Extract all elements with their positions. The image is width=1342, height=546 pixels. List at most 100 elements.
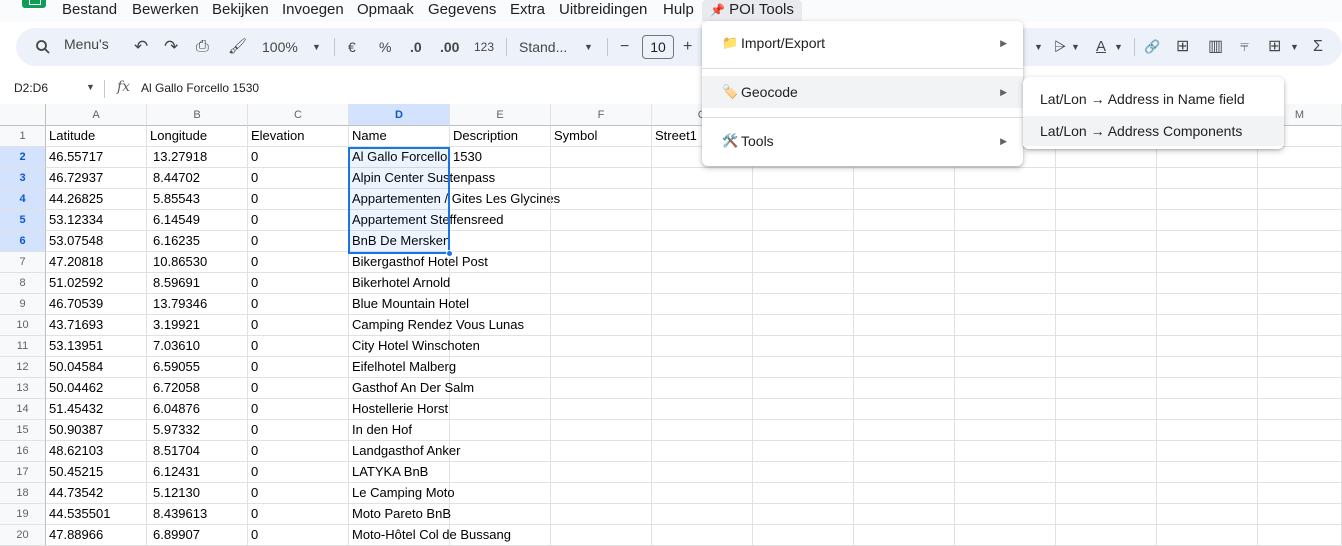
- cell-m20[interactable]: [1258, 525, 1342, 546]
- cell-l16[interactable]: [1157, 441, 1258, 462]
- number-format-button[interactable]: 123: [474, 28, 494, 66]
- cell-b8[interactable]: 8.59691: [147, 273, 248, 294]
- cell-e12[interactable]: [450, 357, 551, 378]
- formula-input[interactable]: Al Gallo Forcello 1530: [141, 81, 259, 95]
- sheets-logo-icon[interactable]: [22, 0, 46, 8]
- chevron-down-icon[interactable]: ▼: [1034, 28, 1043, 66]
- menu-poi-tools[interactable]: 📌 POI Tools: [702, 0, 802, 21]
- cell-l20[interactable]: [1157, 525, 1258, 546]
- cell-h15[interactable]: [753, 420, 854, 441]
- cell-g4[interactable]: [652, 189, 753, 210]
- cell-k9[interactable]: [1056, 294, 1157, 315]
- cell-l5[interactable]: [1157, 210, 1258, 231]
- cell-g5[interactable]: [652, 210, 753, 231]
- cell-c13[interactable]: 0: [248, 378, 349, 399]
- row-header[interactable]: 17: [0, 462, 46, 483]
- cell-h8[interactable]: [753, 273, 854, 294]
- cell-l18[interactable]: [1157, 483, 1258, 504]
- cell-e13[interactable]: [450, 378, 551, 399]
- cell-b4[interactable]: 5.85543: [147, 189, 248, 210]
- menu-extra[interactable]: Extra: [510, 1, 545, 18]
- row-header[interactable]: 1: [0, 126, 46, 147]
- cell-l13[interactable]: [1157, 378, 1258, 399]
- cell-k12[interactable]: [1056, 357, 1157, 378]
- cell-e15[interactable]: [450, 420, 551, 441]
- cell-h7[interactable]: [753, 252, 854, 273]
- cell-f15[interactable]: [551, 420, 652, 441]
- cell-f9[interactable]: [551, 294, 652, 315]
- cell-k18[interactable]: [1056, 483, 1157, 504]
- cell-c18[interactable]: 0: [248, 483, 349, 504]
- cell-h19[interactable]: [753, 504, 854, 525]
- cell-c1[interactable]: Elevation: [248, 126, 349, 147]
- cell-g8[interactable]: [652, 273, 753, 294]
- row-header[interactable]: 18: [0, 483, 46, 504]
- name-box[interactable]: D2:D6: [14, 81, 48, 95]
- cell-e1[interactable]: Description: [450, 126, 551, 147]
- cell-a18[interactable]: 44.73542: [46, 483, 147, 504]
- functions-icon[interactable]: Σ: [1313, 28, 1323, 66]
- cell-d16[interactable]: Landgasthof Anker: [349, 441, 460, 462]
- cell-b7[interactable]: 10.86530: [147, 252, 248, 273]
- chevron-down-icon[interactable]: ▼: [584, 28, 593, 66]
- cell-d19[interactable]: Moto Pareto BnB: [349, 504, 451, 525]
- cell-h4[interactable]: [753, 189, 854, 210]
- cell-c19[interactable]: 0: [248, 504, 349, 525]
- cell-c14[interactable]: 0: [248, 399, 349, 420]
- cell-g7[interactable]: [652, 252, 753, 273]
- cell-l2[interactable]: [1157, 147, 1258, 168]
- cell-f3[interactable]: [551, 168, 652, 189]
- cell-h12[interactable]: [753, 357, 854, 378]
- row-header[interactable]: 15: [0, 420, 46, 441]
- cell-g20[interactable]: [652, 525, 753, 546]
- row-header[interactable]: 14: [0, 399, 46, 420]
- cell-f12[interactable]: [551, 357, 652, 378]
- cell-m18[interactable]: [1258, 483, 1342, 504]
- cell-c15[interactable]: 0: [248, 420, 349, 441]
- submenu-item-address-in-name[interactable]: Lat/Lon → Address in Name field: [1023, 84, 1284, 114]
- cell-g3[interactable]: [652, 168, 753, 189]
- cell-d8[interactable]: Bikerhotel Arnold: [349, 273, 450, 294]
- cell-e7[interactable]: [450, 252, 551, 273]
- filter-icon[interactable]: ⫧: [1240, 28, 1249, 66]
- cell-c12[interactable]: 0: [248, 357, 349, 378]
- cell-m2[interactable]: [1258, 147, 1342, 168]
- print-icon[interactable]: ⎙: [196, 28, 209, 66]
- submenu-item-address-components[interactable]: Lat/Lon → Address Components: [1023, 116, 1284, 146]
- cell-j4[interactable]: [955, 189, 1056, 210]
- cell-c5[interactable]: 0: [248, 210, 349, 231]
- cell-j15[interactable]: [955, 420, 1056, 441]
- cell-f13[interactable]: [551, 378, 652, 399]
- cell-a10[interactable]: 43.71693: [46, 315, 147, 336]
- cell-i14[interactable]: [854, 399, 955, 420]
- cell-l3[interactable]: [1157, 168, 1258, 189]
- cell-m17[interactable]: [1258, 462, 1342, 483]
- cell-h20[interactable]: [753, 525, 854, 546]
- menu-item-import-export[interactable]: 📁 Import/Export ▶: [702, 27, 1023, 59]
- cell-e11[interactable]: [450, 336, 551, 357]
- cell-k15[interactable]: [1056, 420, 1157, 441]
- cell-f20[interactable]: [551, 525, 652, 546]
- cell-e18[interactable]: [450, 483, 551, 504]
- cell-m16[interactable]: [1258, 441, 1342, 462]
- cell-l12[interactable]: [1157, 357, 1258, 378]
- cell-d2[interactable]: Al Gallo Forcello: [349, 147, 450, 168]
- font-size-increase-button[interactable]: +: [683, 28, 692, 66]
- row-header[interactable]: 2: [0, 147, 46, 168]
- cell-g18[interactable]: [652, 483, 753, 504]
- cell-f6[interactable]: [551, 231, 652, 252]
- cell-a11[interactable]: 53.13951: [46, 336, 147, 357]
- cell-b19[interactable]: 8.439613: [147, 504, 248, 525]
- row-header[interactable]: 3: [0, 168, 46, 189]
- cell-j16[interactable]: [955, 441, 1056, 462]
- cell-h17[interactable]: [753, 462, 854, 483]
- chevron-down-icon[interactable]: ▼: [1290, 28, 1299, 66]
- cell-j13[interactable]: [955, 378, 1056, 399]
- cell-d9[interactable]: Blue Mountain Hotel: [349, 294, 469, 315]
- cell-e19[interactable]: [450, 504, 551, 525]
- cell-f18[interactable]: [551, 483, 652, 504]
- percent-format-button[interactable]: %: [379, 28, 391, 66]
- cell-e20[interactable]: [450, 525, 551, 546]
- cell-i5[interactable]: [854, 210, 955, 231]
- cell-j7[interactable]: [955, 252, 1056, 273]
